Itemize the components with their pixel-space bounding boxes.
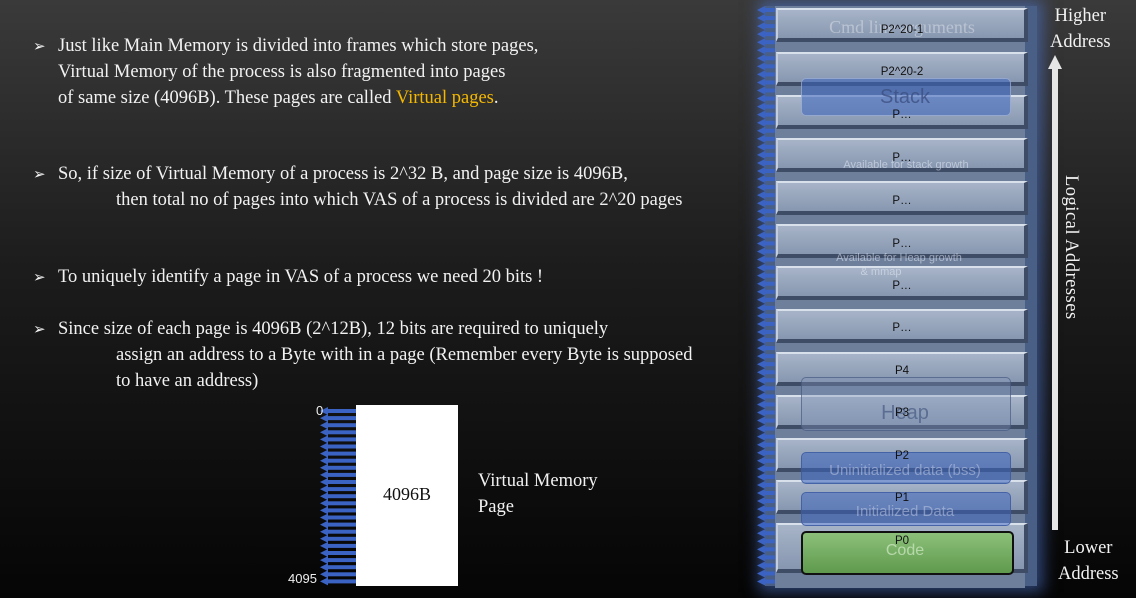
arrow-left-icon bbox=[320, 570, 356, 579]
higher-address-line-1: Higher bbox=[1054, 6, 1106, 26]
vas-page-label: P… bbox=[892, 280, 912, 292]
arrow-left-icon bbox=[320, 470, 356, 479]
lower-address-line-1: Lower bbox=[1064, 538, 1113, 558]
arrow-left-icon bbox=[320, 414, 356, 423]
arrow-left-icon bbox=[320, 442, 356, 451]
vas-page-label: P0 bbox=[894, 535, 910, 547]
page-caption-line-1: Virtual Memory bbox=[478, 471, 598, 491]
bullet-4-line-2: assign an address to a Byte with in a pa… bbox=[116, 345, 693, 365]
arrow-left-icon bbox=[320, 499, 356, 508]
bullet-arrow-icon: ➢ bbox=[33, 165, 46, 183]
byte-address-arrows bbox=[320, 407, 356, 586]
bullet-arrow-icon: ➢ bbox=[33, 37, 46, 55]
vas-page-label: P1 bbox=[894, 492, 910, 504]
page-caption-line-2: Page bbox=[478, 497, 514, 517]
bullet-arrow-icon: ➢ bbox=[33, 320, 46, 338]
page-size-label: 4096B bbox=[382, 484, 431, 504]
page-start-offset: 0 bbox=[316, 403, 324, 418]
arrow-left-icon bbox=[320, 534, 356, 543]
arrow-left-icon bbox=[320, 549, 356, 557]
bullet-1-line-1: Just like Main Memory is divided into fr… bbox=[58, 36, 539, 56]
page-end-offset: 4095 bbox=[288, 571, 317, 586]
bullet-1-line-3: of same size (4096B). These pages are ca… bbox=[58, 88, 499, 108]
segment-heap-growth-2: & mmap bbox=[860, 266, 902, 278]
logical-addresses-label: Logical Addresses bbox=[1061, 175, 1081, 320]
segment-stack: Stack bbox=[879, 86, 931, 108]
vas-page-label: P3 bbox=[894, 407, 910, 419]
arrow-left-icon bbox=[320, 506, 356, 515]
bullet-2-line-1: So, if size of Virtual Memory of a proce… bbox=[58, 164, 628, 184]
vas-page-label: P2^20-2 bbox=[880, 66, 924, 78]
arrow-left-icon bbox=[320, 513, 356, 522]
bullet-3-line-1: To uniquely identify a page in VAS of a … bbox=[58, 267, 544, 287]
bullet-1-line-2: Virtual Memory of the process is also fr… bbox=[58, 62, 506, 82]
higher-address-line-2: Address bbox=[1050, 32, 1111, 52]
arrow-left-icon bbox=[320, 541, 356, 550]
arrow-left-icon bbox=[320, 449, 356, 458]
vas-page-label: P… bbox=[892, 152, 912, 164]
arrow-left-icon bbox=[320, 435, 356, 444]
vas-page-label: P2 bbox=[894, 450, 910, 462]
arrow-left-icon bbox=[320, 556, 356, 565]
arrow-left-icon bbox=[320, 492, 356, 501]
arrow-left-icon bbox=[320, 463, 356, 472]
arrow-left-icon bbox=[320, 563, 356, 572]
arrow-left-icon bbox=[320, 421, 356, 430]
arrow-left-icon bbox=[320, 485, 356, 494]
lower-address-line-2: Address bbox=[1058, 564, 1119, 584]
vas-page-label: P… bbox=[892, 195, 912, 207]
arrow-left-icon bbox=[320, 527, 356, 536]
segment-bss: Uninitialized data (bss) bbox=[829, 462, 981, 479]
bullet-4-line-3: to have an address) bbox=[116, 371, 259, 391]
higher-address-label: Higher Address bbox=[1050, 3, 1111, 55]
page-caption: Virtual Memory Page bbox=[478, 468, 598, 520]
arrow-left-icon bbox=[320, 577, 356, 586]
vas-page-label: P… bbox=[892, 109, 912, 121]
arrow-left-icon bbox=[320, 520, 356, 529]
bullet-4-line-1: Since size of each page is 4096B (2^12B)… bbox=[58, 319, 609, 339]
segment-heap-growth-1: Available for Heap growth bbox=[836, 252, 962, 264]
segment-data: Initialized Data bbox=[855, 503, 955, 520]
arrow-left-icon bbox=[320, 407, 356, 415]
vas-page-label: P2^20-1 bbox=[880, 24, 924, 36]
bullet-2-line-2: then total no of pages into which VAS of… bbox=[116, 190, 683, 210]
vas-page-label: P… bbox=[892, 322, 912, 334]
bullet-arrow-icon: ➢ bbox=[33, 268, 46, 286]
arrow-left-icon bbox=[320, 428, 356, 437]
vas-page-label: P4 bbox=[894, 365, 910, 377]
arrow-left-icon bbox=[320, 478, 356, 486]
arrow-left-icon bbox=[320, 456, 356, 465]
virtual-pages-highlight: Virtual pages bbox=[395, 88, 494, 108]
vas-page-label: P… bbox=[892, 238, 912, 250]
lower-address-label: Lower Address bbox=[1058, 535, 1119, 587]
